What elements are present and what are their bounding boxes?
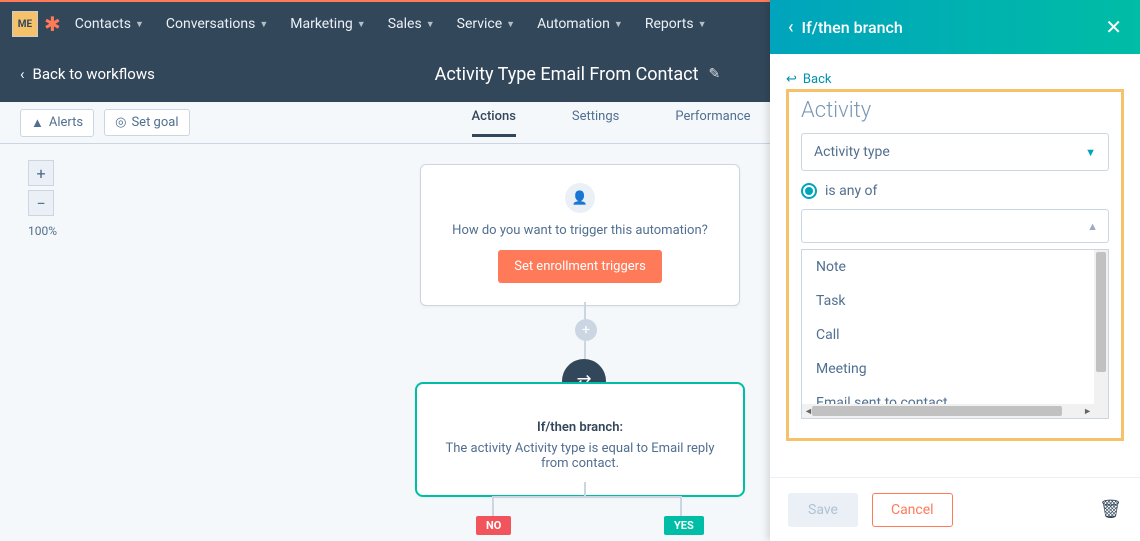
branch-split-line	[492, 496, 682, 526]
property-dropdown[interactable]: Activity type ▼	[801, 133, 1109, 171]
options-listbox: Note Task Call Meeting Email sent to con…	[801, 249, 1109, 419]
caret-up-icon: ▲	[1087, 220, 1098, 233]
brand-logo-1: ME	[12, 11, 38, 37]
edit-title-icon[interactable]: ✎	[709, 66, 721, 82]
branch-yes-badge[interactable]: YES	[664, 516, 704, 535]
zoom-out-button[interactable]: −	[28, 190, 54, 216]
contact-icon: 👤	[565, 183, 595, 213]
tab-actions[interactable]: Actions	[472, 109, 516, 137]
option-task[interactable]: Task	[802, 284, 1094, 318]
nav-service[interactable]: Service▼	[457, 16, 515, 32]
back-to-workflows-link[interactable]: ‹ Back to workflows	[20, 65, 155, 83]
branch-no-badge[interactable]: NO	[476, 516, 511, 535]
side-panel: ‹ If/then branch ✕ ↩ Back Activity Activ…	[770, 0, 1140, 541]
chevron-left-icon: ‹	[20, 65, 25, 83]
scroll-corner	[1094, 404, 1108, 418]
nav-conversations[interactable]: Conversations▼	[166, 16, 268, 32]
chevron-down-icon: ▼	[426, 19, 435, 30]
connector-line	[584, 341, 586, 359]
connector-line	[584, 302, 586, 320]
option-email-sent[interactable]: Email sent to contact	[802, 386, 1094, 404]
panel-close-icon[interactable]: ✕	[1105, 15, 1122, 39]
zoom-in-button[interactable]: +	[28, 160, 54, 186]
set-goal-button[interactable]: ◎Set goal	[104, 109, 189, 136]
operator-radio-is-any-of[interactable]: is any of	[801, 183, 1109, 199]
chevron-down-icon: ▼	[614, 19, 623, 30]
save-button[interactable]: Save	[788, 493, 858, 527]
panel-title: If/then branch	[802, 18, 903, 37]
add-step-button[interactable]: +	[575, 319, 597, 341]
chevron-down-icon: ▼	[259, 19, 268, 30]
option-call[interactable]: Call	[802, 318, 1094, 352]
nav-automation[interactable]: Automation▼	[537, 16, 623, 32]
workflow-title: Activity Type Email From Contact	[435, 64, 699, 85]
panel-back-link[interactable]: ↩ Back	[786, 72, 831, 87]
zoom-level: 100%	[28, 224, 56, 238]
option-note[interactable]: Note	[802, 250, 1094, 284]
chevron-down-icon: ▼	[135, 19, 144, 30]
scroll-right-icon: ►	[1083, 406, 1092, 417]
option-meeting[interactable]: Meeting	[802, 352, 1094, 386]
filter-section-title: Activity	[801, 98, 1109, 123]
panel-back-chevron-icon[interactable]: ‹	[788, 17, 794, 38]
workflow-canvas[interactable]: + − 100% 👤 How do you want to trigger th…	[0, 144, 770, 541]
horizontal-scrollbar[interactable]: ◄ ►	[802, 404, 1094, 418]
branch-card[interactable]: If/then branch: The activity Activity ty…	[415, 382, 745, 497]
tab-performance[interactable]: Performance	[675, 109, 750, 137]
nav-marketing[interactable]: Marketing▼	[290, 16, 365, 32]
tab-settings[interactable]: Settings	[572, 109, 619, 137]
set-enrollment-triggers-button[interactable]: Set enrollment triggers	[498, 250, 662, 283]
chevron-down-icon: ▼	[357, 19, 366, 30]
chevron-down-icon: ▼	[506, 19, 515, 30]
vertical-scrollbar[interactable]	[1094, 250, 1108, 404]
branch-card-title: If/then branch:	[441, 420, 719, 435]
trigger-card[interactable]: 👤 How do you want to trigger this automa…	[420, 164, 740, 306]
nav-contacts[interactable]: Contacts▼	[75, 16, 144, 32]
delete-icon[interactable]: 🗑	[1099, 499, 1122, 520]
cancel-button[interactable]: Cancel	[872, 493, 953, 527]
nav-reports[interactable]: Reports▼	[645, 16, 707, 32]
trigger-question: How do you want to trigger this automati…	[441, 223, 719, 238]
filter-highlight-box: Activity Activity type ▼ is any of ▲ Not…	[786, 89, 1124, 441]
chevron-down-icon: ▼	[698, 19, 707, 30]
value-dropdown[interactable]: ▲	[801, 209, 1109, 243]
alerts-button[interactable]: ▲Alerts	[20, 109, 94, 137]
reply-arrow-icon: ↩	[786, 72, 797, 87]
nav-sales[interactable]: Sales▼	[388, 16, 435, 32]
caret-down-icon: ▼	[1085, 146, 1096, 159]
branch-card-desc: The activity Activity type is equal to E…	[441, 441, 719, 471]
radio-selected-icon	[801, 183, 817, 199]
alert-icon: ▲	[31, 115, 44, 131]
target-icon: ◎	[115, 115, 126, 130]
hubspot-logo-icon[interactable]: ✱	[44, 12, 61, 36]
